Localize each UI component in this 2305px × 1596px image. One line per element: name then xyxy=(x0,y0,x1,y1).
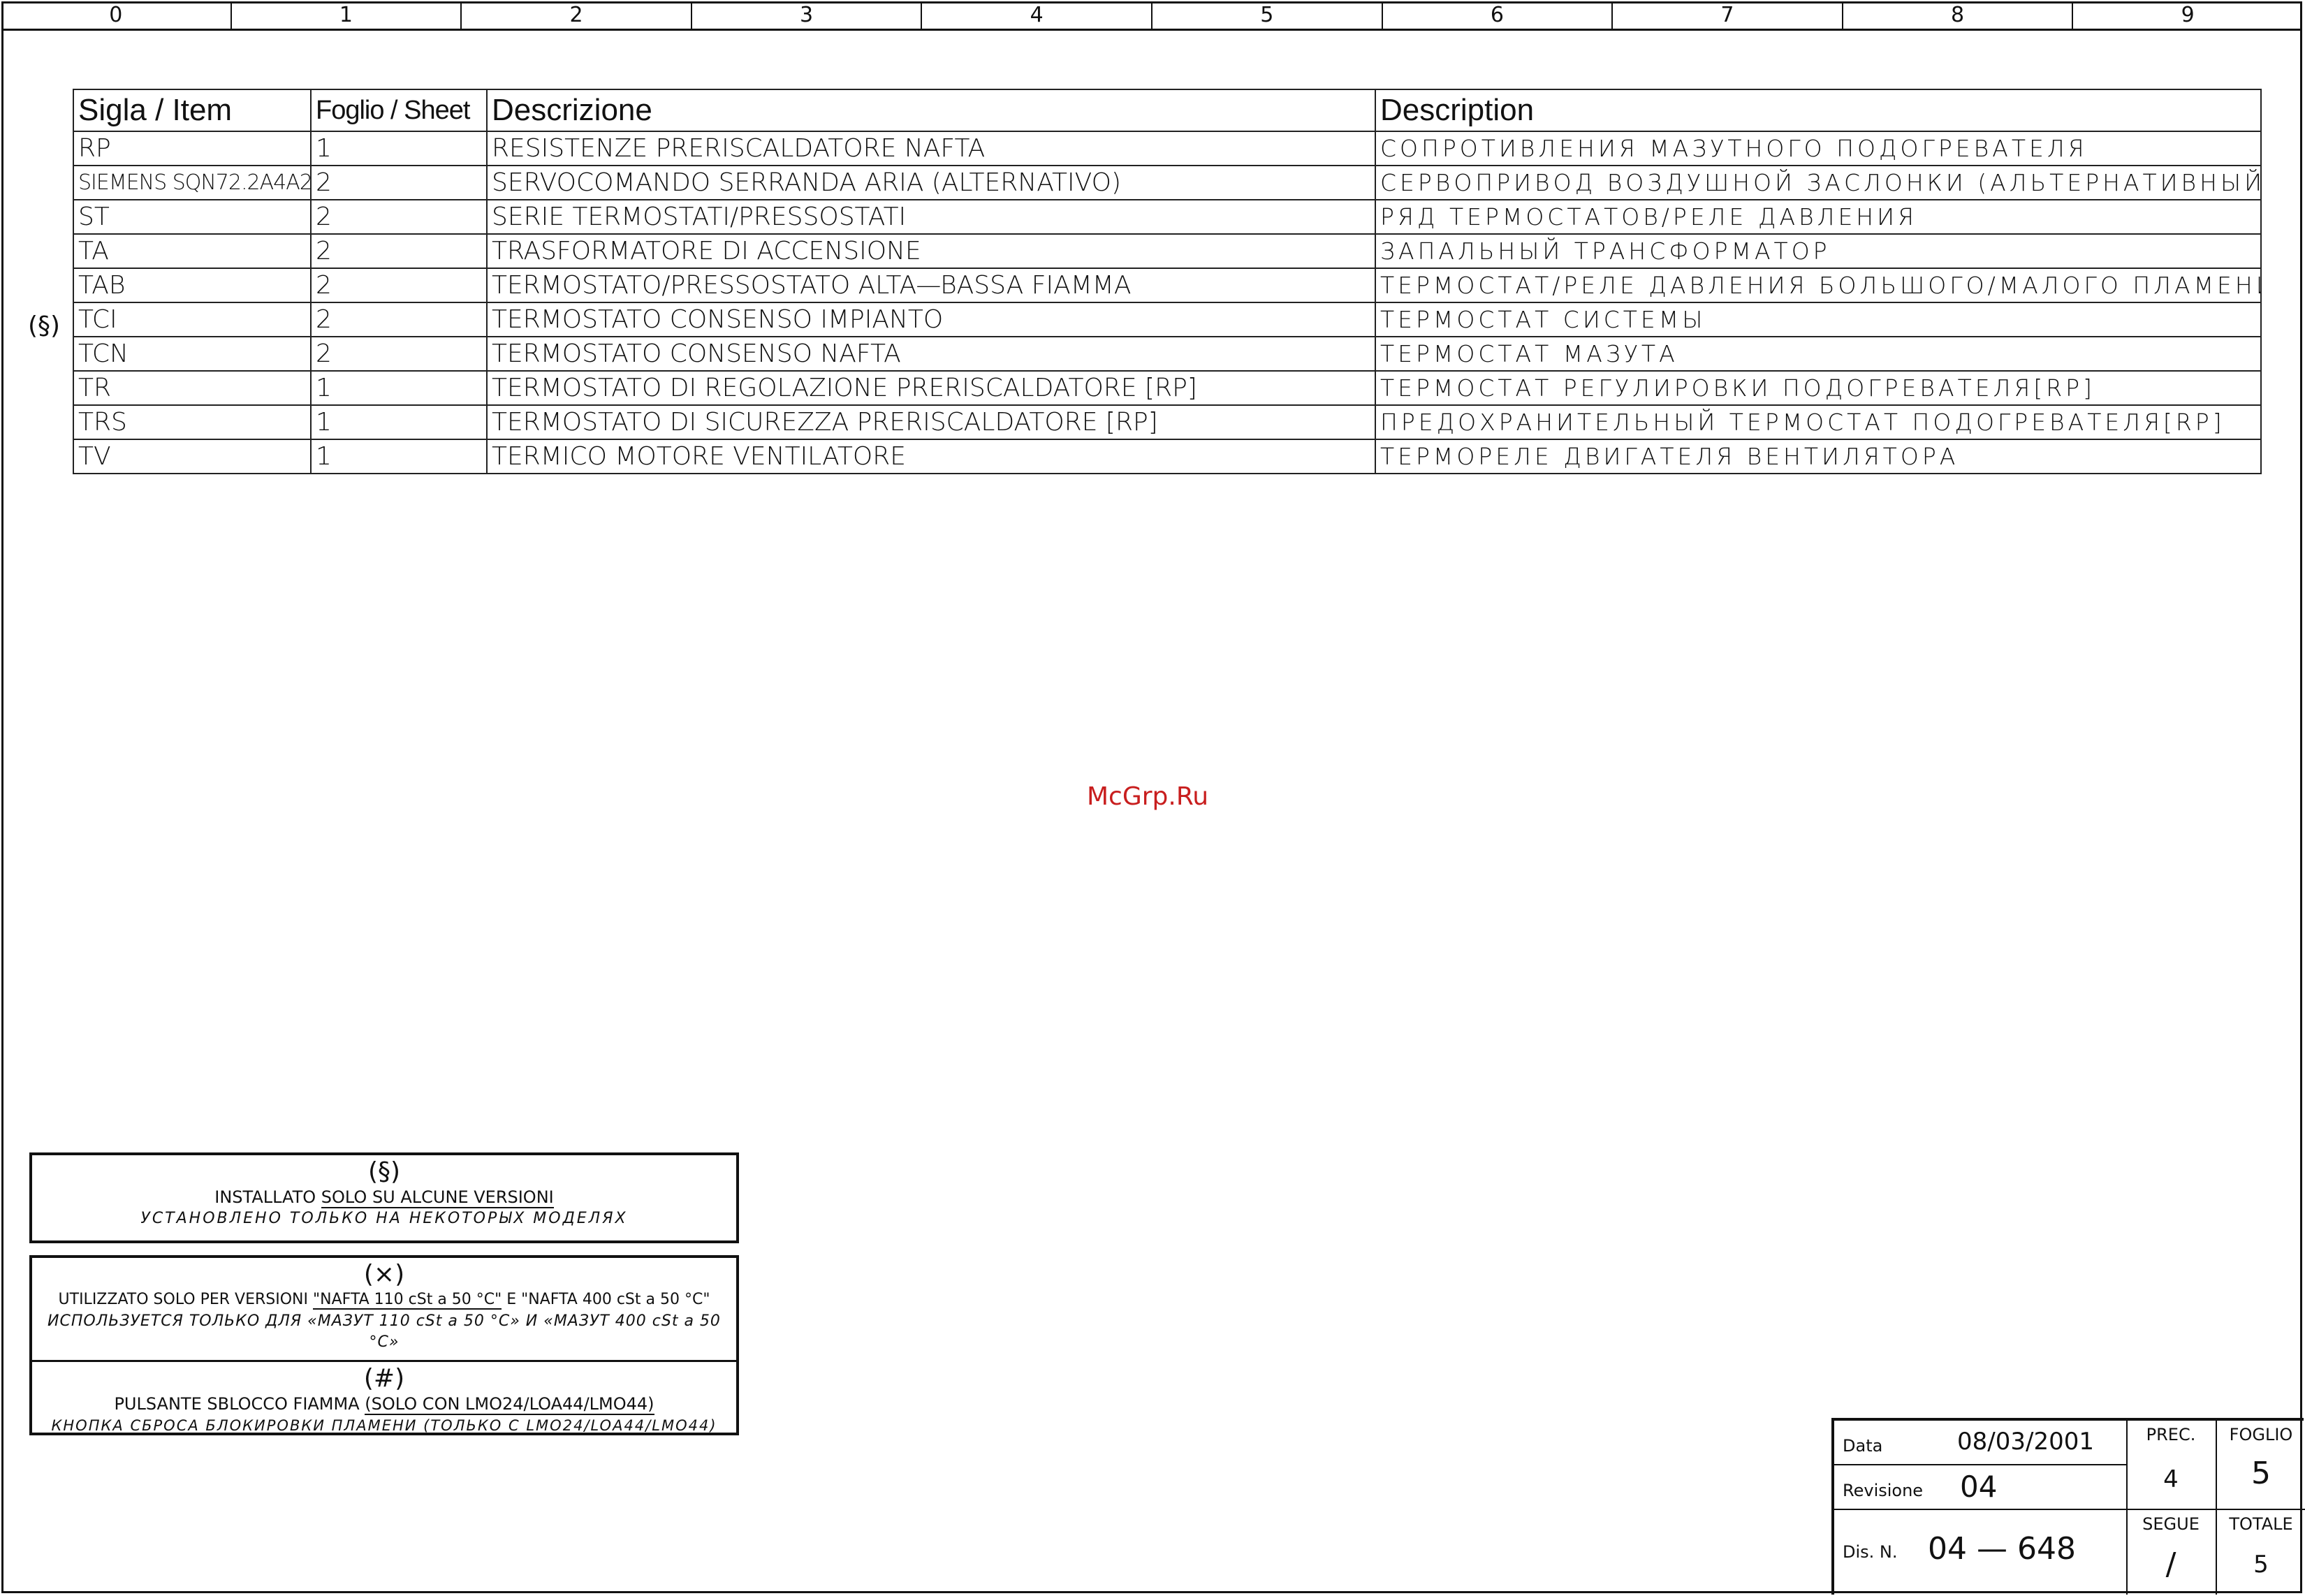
note-russian: ИСПОЛЬЗУЕТСЯ ТОЛЬКО ДЛЯ «МАЗУТ 110 cSt a… xyxy=(47,1312,721,1351)
dis-value: 04 — 648 xyxy=(1928,1531,2076,1567)
ruler-cell: 7 xyxy=(1613,1,1843,29)
note-russian: УСТАНОВЛЕНО ТОЛЬКО НА НЕКОТОРЫХ МОДЕЛЯХ xyxy=(140,1210,628,1227)
row-item: SIEMENS SQN72.2A4A20 xyxy=(73,165,312,200)
row-description: СЕРВОПРИВОД ВОЗДУШНОЙ ЗАСЛОНКИ (АЛЬТЕРНА… xyxy=(1375,165,2262,200)
note-divider xyxy=(32,1360,736,1362)
totale-value: 5 xyxy=(2253,1551,2269,1579)
row-item: TV xyxy=(73,439,312,474)
table-row: SIEMENS SQN72.2A4A20 2 SERVOCOMANDO SERRAN… xyxy=(73,165,2262,200)
row-item: TCI xyxy=(73,302,312,337)
ruler-cell: 4 xyxy=(922,1,1152,29)
note-italian: PULSANTE SBLOCCO FIAMMA (SOLO CON LMO24/… xyxy=(114,1394,654,1415)
revisione-value: 04 xyxy=(1960,1470,1998,1504)
note-italian: UTILIZZATO SOLO PER VERSIONI "NAFTA 110 … xyxy=(58,1291,710,1310)
header-sheet: Foglio / Sheet xyxy=(310,89,488,132)
row-descrizione: TERMOSTATO/PRESSOSTATO ALTA—BASSA FIAMMA xyxy=(486,268,1376,303)
row-sheet: 2 xyxy=(310,302,488,337)
table-row: TCI 2 TERMOSTATO CONSENSO IMPIANTO ТЕРМОСТА… xyxy=(73,302,2262,337)
row-sheet: 2 xyxy=(310,199,488,235)
dis-label: Dis. N. xyxy=(1843,1542,1898,1562)
row-sheet: 2 xyxy=(310,165,488,200)
prec-value: 4 xyxy=(2163,1465,2179,1493)
prec-label: PREC. xyxy=(2146,1425,2196,1444)
note-symbol: (§) xyxy=(367,1157,401,1186)
watermark: McGrp.Ru xyxy=(1087,782,1209,811)
row-description: ТЕРМОСТАТ МАЗУТА xyxy=(1375,336,2262,372)
foglio-value: 5 xyxy=(2251,1456,2271,1491)
row-description: СОПРОТИВЛЕНИЯ МАЗУТНОГО ПОДОГРЕВАТЕЛЯ xyxy=(1375,131,2262,166)
ruler-cell: 5 xyxy=(1152,1,1383,29)
table-row: TR 1 TERMOSTATO DI REGOLAZIONE PRERISCALDA… xyxy=(73,370,2262,406)
row-descrizione: TERMOSTATO CONSENSO NAFTA xyxy=(486,336,1376,372)
note-italian: INSTALLATO SOLO SU ALCUNE VERSIONI xyxy=(214,1187,554,1208)
row-item: TR xyxy=(73,370,312,406)
row-sheet: 2 xyxy=(310,233,488,269)
ruler-cell: 3 xyxy=(692,1,923,29)
parts-table: Sigla / Item Foglio / Sheet Descrizione … xyxy=(73,89,2262,474)
table-row: TRS 1 TERMOSTATO DI SICUREZZA PRERISCALDAT… xyxy=(73,404,2262,440)
ruler-cell: 8 xyxy=(1843,1,2074,29)
header-descrizione: Descrizione xyxy=(486,89,1376,132)
row-item: TA xyxy=(73,233,312,269)
table-row: TCN 2 TERMOSTATO CONSENSO NAFTA ТЕРМОСТАТ М… xyxy=(73,336,2262,372)
revisione-label: Revisione xyxy=(1843,1481,1924,1500)
note-symbol: (×) xyxy=(363,1260,405,1289)
row-description: ТЕРМОСТАТ/РЕЛЕ ДАВЛЕНИЯ БОЛЬШОГО/МАЛОГО … xyxy=(1375,268,2262,303)
title-block: Data 08/03/2001 Revisione 04 Dis. N. 04 … xyxy=(1831,1418,2305,1595)
table-header-row: Sigla / Item Foglio / Sheet Descrizione … xyxy=(73,89,2262,132)
row-item: RP xyxy=(73,131,312,166)
row-descrizione: TERMICO MOTORE VENTILATORE xyxy=(486,439,1376,474)
segue-label: SEGUE xyxy=(2142,1514,2200,1534)
row-item: ST xyxy=(73,199,312,235)
ruler-cell: 6 xyxy=(1383,1,1614,29)
row-sheet: 2 xyxy=(310,336,488,372)
table-row: ST 2 SERIE TERMOSTATI/PRESSOSTATI РЯД ТЕРМО… xyxy=(73,199,2262,235)
totale-label: TOTALE xyxy=(2229,1514,2293,1534)
table-row: TAB 2 TERMOSTATO/PRESSOSTATO ALTA—BASSA FI… xyxy=(73,268,2262,303)
row-item: TCN xyxy=(73,336,312,372)
table-row: TA 2 TRASFORMATORE DI ACCENSIONE ЗАПАЛЬНЫЙ … xyxy=(73,233,2262,269)
row-descrizione: TERMOSTATO DI REGOLAZIONE PRERISCALDATOR… xyxy=(486,370,1376,406)
data-value: 08/03/2001 xyxy=(1957,1428,2094,1456)
table-row: RP 1 RESISTENZE PRERISCALDATORE NAFTA СОПРО… xyxy=(73,131,2262,166)
row-item: TRS xyxy=(73,404,312,440)
row-sheet: 1 xyxy=(310,439,488,474)
row-sheet: 1 xyxy=(310,131,488,166)
foglio-label: FOGLIO xyxy=(2229,1425,2293,1444)
row-descrizione: RESISTENZE PRERISCALDATORE NAFTA xyxy=(486,131,1376,166)
data-label: Data xyxy=(1843,1436,1883,1456)
row-description: РЯД ТЕРМОСТАТОВ/РЕЛЕ ДАВЛЕНИЯ xyxy=(1375,199,2262,235)
note-russian: КНОПКА СБРОСА БЛОКИРОВКИ ПЛАМЕНИ (ТОЛЬКО… xyxy=(51,1417,717,1434)
segue-value: / xyxy=(2165,1546,2176,1582)
row-descrizione: SERIE TERMOSTATI/PRESSOSTATI xyxy=(486,199,1376,235)
header-description: Description xyxy=(1375,89,2262,132)
note-symbol: (#) xyxy=(363,1364,405,1393)
row-sheet: 1 xyxy=(310,370,488,406)
ruler-cell: 1 xyxy=(232,1,462,29)
footnote-mark: (§) xyxy=(28,312,61,340)
row-descrizione: TERMOSTATO CONSENSO IMPIANTO xyxy=(486,302,1376,337)
row-item: TAB xyxy=(73,268,312,303)
row-descrizione: TERMOSTATO DI SICUREZZA PRERISCALDATORE … xyxy=(486,404,1376,440)
row-description: ТЕРМОРЕЛЕ ДВИГАТЕЛЯ ВЕНТИЛЯТОРА xyxy=(1375,439,2262,474)
note-usage-box: (×) UTILIZZATO SOLO PER VERSIONI "NAFTA … xyxy=(29,1255,739,1435)
ruler-cell: 0 xyxy=(1,1,232,29)
note-installed-box: (§) INSTALLATO SOLO SU ALCUNE VERSIONI У… xyxy=(29,1152,739,1243)
row-descrizione: TRASFORMATORE DI ACCENSIONE xyxy=(486,233,1376,269)
row-description: ТЕРМОСТАТ РЕГУЛИРОВКИ ПОДОГРЕВАТЕЛЯ[RP] xyxy=(1375,370,2262,406)
ruler-cell: 2 xyxy=(462,1,692,29)
grid-ruler: 0 1 2 3 4 5 6 7 8 9 xyxy=(1,1,2302,31)
row-sheet: 1 xyxy=(310,404,488,440)
row-description: ПРЕДОХРАНИТЕЛЬНЫЙ ТЕРМОСТАТ ПОДОГРЕВАТЕЛ… xyxy=(1375,404,2262,440)
ruler-cell: 9 xyxy=(2181,3,2195,27)
table-row: TV 1 TERMICO MOTORE VENTILATORE ТЕРМОРЕЛЕ Д… xyxy=(73,439,2262,474)
header-item: Sigla / Item xyxy=(73,89,312,132)
row-sheet: 2 xyxy=(310,268,488,303)
row-description: ТЕРМОСТАТ СИСТЕМЫ xyxy=(1375,302,2262,337)
row-description: ЗАПАЛЬНЫЙ ТРАНСФОРМАТОР xyxy=(1375,233,2262,269)
row-descrizione: SERVOCOMANDO SERRANDA ARIA (ALTERNATIVO) xyxy=(486,165,1376,200)
